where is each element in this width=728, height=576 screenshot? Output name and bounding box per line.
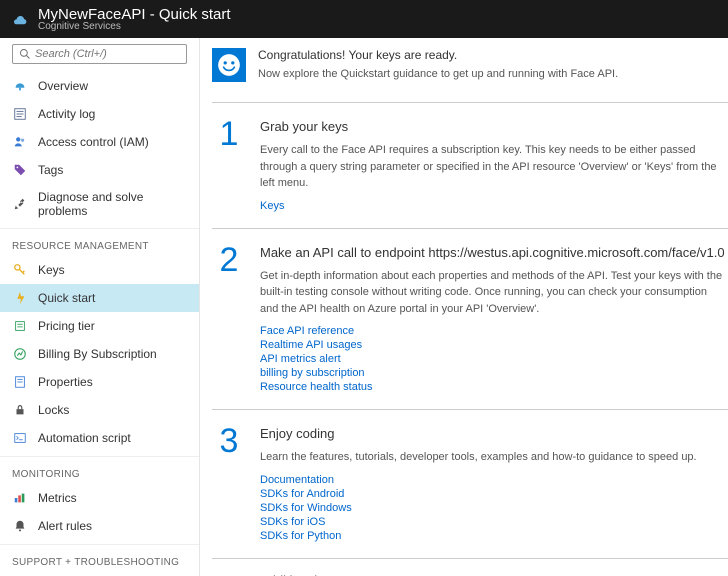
properties-icon: [12, 374, 28, 390]
step-number: 3: [214, 424, 244, 544]
step-2: 2 Make an API call to endpoint https://we…: [212, 243, 728, 396]
search-input[interactable]: [35, 48, 180, 60]
divider: [212, 558, 728, 559]
nav-keys[interactable]: Keys: [0, 256, 199, 284]
nav-quick-start[interactable]: Quick start: [0, 284, 199, 312]
step-title: Grab your keys: [260, 119, 728, 134]
congrats-title: Congratulations! Your keys are ready.: [258, 48, 618, 62]
step-number: 1: [214, 117, 244, 214]
link-face-api-reference[interactable]: Face API reference: [260, 325, 728, 337]
section-header: MONITORING: [0, 456, 199, 484]
azure-logo-icon: [10, 9, 30, 29]
activity-icon: [12, 106, 28, 122]
nav-pricing-tier[interactable]: Pricing tier: [0, 312, 199, 340]
divider: [212, 102, 728, 103]
link-realtime-api-usages[interactable]: Realtime API usages: [260, 339, 728, 351]
nav-label: Diagnose and solve problems: [38, 190, 187, 218]
link-api-metrics-alert[interactable]: API metrics alert: [260, 353, 728, 365]
access-icon: [12, 134, 28, 150]
nav-label: Alert rules: [38, 519, 92, 533]
main-content: Congratulations! Your keys are ready. No…: [200, 38, 728, 576]
overview-icon: [12, 78, 28, 94]
divider: [212, 228, 728, 229]
nav-label: Keys: [38, 263, 65, 277]
search-box[interactable]: [12, 44, 187, 64]
search-icon: [19, 48, 31, 60]
nav-label: Billing By Subscription: [38, 347, 157, 361]
nav-resource-health[interactable]: Resource health: [0, 572, 199, 576]
nav-automation-script[interactable]: Automation script: [0, 424, 199, 452]
locks-icon: [12, 402, 28, 418]
billing-icon: [12, 346, 28, 362]
nav-label: Automation script: [38, 431, 131, 445]
divider: [212, 409, 728, 410]
link-billing-by-subscription[interactable]: billing by subscription: [260, 367, 728, 379]
keys-icon: [12, 262, 28, 278]
step-number: 2: [214, 243, 244, 396]
nav-label: Locks: [38, 403, 69, 417]
metrics-icon: [12, 490, 28, 506]
nav-label: Quick start: [38, 291, 95, 305]
link-sdks-for-ios[interactable]: SDKs for iOS: [260, 516, 728, 528]
nav-billing-by-subscription[interactable]: Billing By Subscription: [0, 340, 199, 368]
step-desc: Learn the features, tutorials, developer…: [260, 449, 728, 466]
nav-locks[interactable]: Locks: [0, 396, 199, 424]
nav-diagnose-and-solve-problems[interactable]: Diagnose and solve problems: [0, 184, 199, 224]
link-sdks-for-android[interactable]: SDKs for Android: [260, 488, 728, 500]
diagnose-icon: [12, 196, 28, 212]
congrats-block: Congratulations! Your keys are ready. No…: [212, 48, 728, 96]
nav-label: Properties: [38, 375, 93, 389]
page-header: MyNewFaceAPI - Quick start Cognitive Ser…: [0, 0, 728, 38]
section-header: RESOURCE MANAGEMENT: [0, 228, 199, 256]
nav-label: Tags: [38, 163, 63, 177]
nav-label: Access control (IAM): [38, 135, 149, 149]
nav-tags[interactable]: Tags: [0, 156, 199, 184]
link-sdks-for-windows[interactable]: SDKs for Windows: [260, 502, 728, 514]
step-1: 1 Grab your keys Every call to the Face AP…: [212, 117, 728, 214]
nav-alert-rules[interactable]: Alert rules: [0, 512, 199, 540]
nav-label: Activity log: [38, 107, 95, 121]
nav-label: Metrics: [38, 491, 77, 505]
link-documentation[interactable]: Documentation: [260, 474, 728, 486]
nav-access-control-iam-[interactable]: Access control (IAM): [0, 128, 199, 156]
step-3: 3 Enjoy coding Learn the features, tutoria…: [212, 424, 728, 544]
sidebar: Overview Activity log Access control (IAM)…: [0, 38, 200, 576]
link-sdks-for-python[interactable]: SDKs for Python: [260, 530, 728, 542]
step-desc: Every call to the Face API requires a su…: [260, 142, 728, 192]
step-desc: Get in-depth information about each prop…: [260, 268, 728, 318]
link-resource-health-status[interactable]: Resource health status: [260, 381, 728, 393]
nav-activity-log[interactable]: Activity log: [0, 100, 199, 128]
nav-properties[interactable]: Properties: [0, 368, 199, 396]
link-keys[interactable]: Keys: [260, 200, 728, 212]
nav-label: Pricing tier: [38, 319, 95, 333]
pricing-icon: [12, 318, 28, 334]
congrats-subtitle: Now explore the Quickstart guidance to g…: [258, 68, 618, 80]
nav-overview[interactable]: Overview: [0, 72, 199, 100]
automation-icon: [12, 430, 28, 446]
smiley-icon: [212, 48, 246, 82]
nav-label: Overview: [38, 79, 88, 93]
quickstart-icon: [12, 290, 28, 306]
additional-title: Additional resources: [260, 573, 728, 576]
alerts-icon: [12, 518, 28, 534]
additional-resources: Additional resources Region availability…: [212, 573, 728, 576]
step-title: Make an API call to endpoint https://wes…: [260, 245, 728, 260]
tags-icon: [12, 162, 28, 178]
nav-metrics[interactable]: Metrics: [0, 484, 199, 512]
step-title: Enjoy coding: [260, 426, 728, 441]
section-header: SUPPORT + TROUBLESHOOTING: [0, 544, 199, 572]
